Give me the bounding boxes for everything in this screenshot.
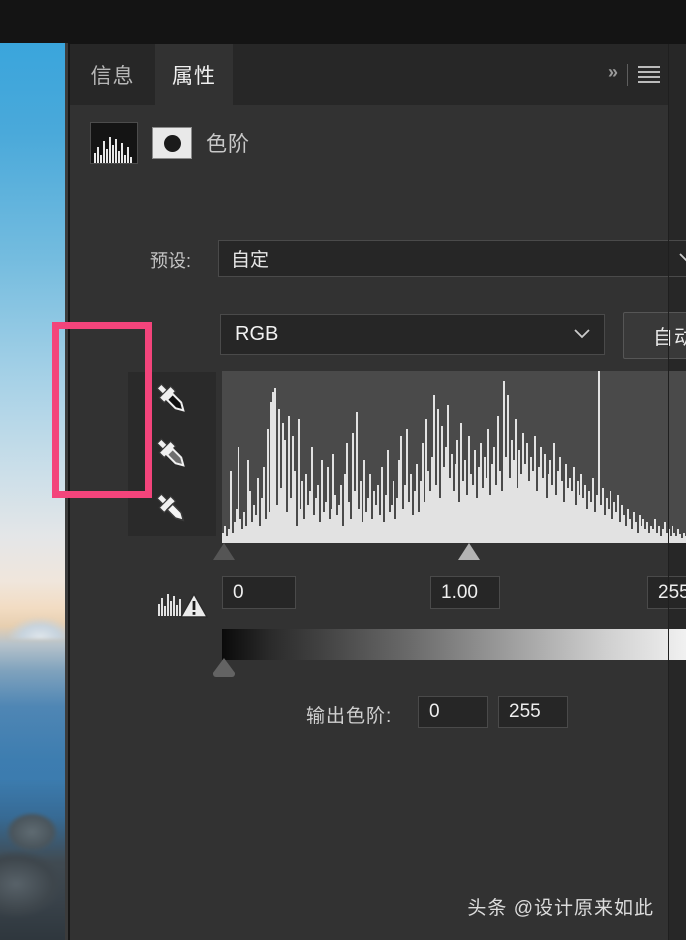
adjustment-title-row: 色阶 [90,122,250,164]
output-levels-slider-track[interactable] [212,658,686,680]
set-white-point-eyedropper[interactable] [150,487,194,531]
input-black-level-field[interactable]: 0 [222,576,296,609]
panel-right-divider [668,44,669,940]
set-gray-point-eyedropper[interactable] [150,432,194,476]
auto-button[interactable]: 自动 [623,312,686,359]
photoshop-levels-screen: 信息 属性 » 色阶 预设: 自定 RGB 自动 0 1.00 255 输出色阶… [0,0,686,940]
page-title: 色阶 [206,133,250,156]
watermark-text: 头条 @设计原来如此 [467,898,654,919]
input-black-point-slider[interactable] [212,543,235,560]
preset-dropdown[interactable]: 自定 [218,240,686,277]
chevron-double-right-icon[interactable]: » [608,62,618,83]
histogram-cache-warning-icon[interactable] [156,590,210,620]
output-levels-label: 输出色阶: [306,706,393,727]
layer-mask-thumbnail[interactable] [152,127,192,159]
channel-dropdown[interactable]: RGB [220,314,605,355]
levels-adjustment-icon[interactable] [90,122,138,164]
panel-tab-bar: 信息 属性 » [70,44,668,105]
photo-mountain-peak [0,599,68,639]
preset-label: 预设: [150,251,192,271]
tab-properties[interactable]: 属性 [155,44,233,105]
canvas-edge [65,43,68,940]
channel-value: RGB [235,323,279,345]
chevron-down-icon [574,327,590,342]
output-white-level-field[interactable]: 255 [498,696,568,728]
app-titlebar [0,0,686,44]
preset-value: 自定 [231,250,270,271]
histogram-bars [222,371,686,543]
canvas-photo-preview[interactable] [0,43,68,940]
tab-info[interactable]: 信息 [70,44,155,105]
set-black-point-eyedropper[interactable] [150,377,194,421]
tab-separator [627,64,628,86]
input-gamma-field[interactable]: 1.00 [430,576,500,609]
chevron-down-icon [679,251,686,266]
output-black-point-slider[interactable] [212,658,235,677]
input-midtone-slider[interactable] [458,543,480,560]
eyedropper-tool-group [128,372,216,536]
input-levels-slider-track[interactable] [212,543,686,565]
hamburger-menu-icon[interactable] [638,66,660,83]
output-levels-gradient-bar[interactable] [222,629,686,660]
levels-histogram[interactable] [222,371,686,543]
photo-rocks [0,780,68,940]
output-black-level-field[interactable]: 0 [418,696,488,728]
properties-panel: 信息 属性 » 色阶 预设: 自定 RGB 自动 0 1.00 255 输出色阶… [70,44,686,940]
mask-dot-icon [163,134,181,152]
input-white-level-field[interactable]: 255 [647,576,686,609]
